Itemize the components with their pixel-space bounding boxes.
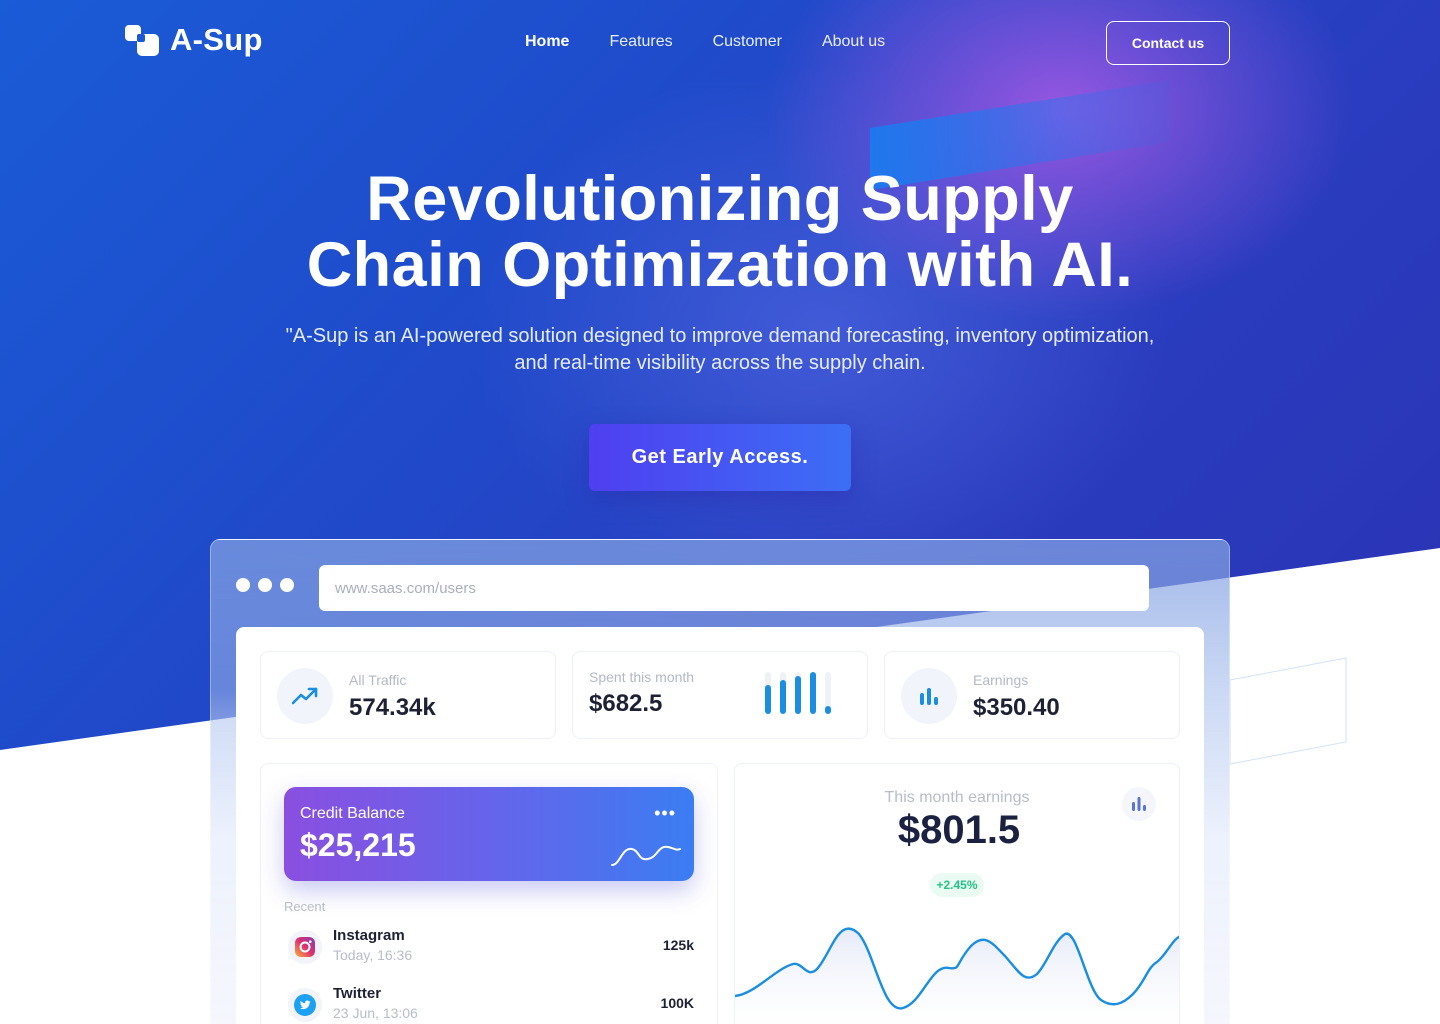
stat-value: 574.34k (349, 694, 436, 721)
stat-label: All Traffic (349, 672, 407, 688)
spent-bar (810, 672, 816, 714)
recent-item-name: Instagram (333, 927, 405, 944)
stat-value: $350.40 (973, 694, 1060, 721)
window-dot (258, 578, 272, 592)
window-dots (236, 578, 294, 592)
twitter-icon (288, 988, 322, 1022)
list-item[interactable]: Instagram Today, 16:36 125k (284, 927, 694, 971)
bar-chart-icon (901, 668, 957, 724)
hero-title-line-1: Revolutionizing Supply (366, 164, 1074, 234)
nav-link-home[interactable]: Home (525, 33, 569, 51)
recent-item-date: Today, 16:36 (333, 947, 413, 963)
stat-card-earnings[interactable]: Earnings $350.40 (884, 651, 1180, 739)
contact-us-button[interactable]: Contact us (1106, 21, 1230, 65)
more-options-icon[interactable]: ••• (654, 803, 676, 824)
credit-balance-value: $25,215 (300, 827, 416, 863)
trending-up-icon (277, 668, 333, 724)
get-early-access-button[interactable]: Get Early Access. (589, 424, 851, 491)
window-dot (280, 578, 294, 592)
recent-item-amount: 100K (660, 995, 694, 1011)
credit-sparkline (611, 845, 681, 866)
hero-title-line-2: Chain Optimization with AI. (306, 230, 1134, 300)
hero-title: Revolutionizing Supply Chain Optimizatio… (0, 166, 1440, 298)
credit-balance-card[interactable]: Credit Balance $25,215 ••• (284, 787, 694, 881)
stat-card-spent-this-month[interactable]: Spent this month $682.5 (572, 651, 868, 739)
nav-link-features[interactable]: Features (609, 33, 672, 51)
window-dot (236, 578, 250, 592)
spent-bar (825, 706, 831, 714)
earnings-area (735, 928, 1179, 1024)
nav-link-about-us[interactable]: About us (822, 33, 885, 51)
recent-label: Recent (284, 899, 326, 914)
spent-bar (765, 685, 771, 714)
nav-links: Home Features Customer About us (525, 33, 885, 51)
recent-item-name: Twitter (333, 985, 382, 1002)
recent-item-amount: 125k (662, 937, 694, 953)
bar-chart-icon[interactable] (1122, 787, 1156, 821)
stat-label: Spent this month (589, 669, 695, 685)
decorative-outline-shape (1229, 657, 1347, 765)
stat-value: $682.5 (589, 690, 663, 717)
hero-subtitle: "A-Sup is an AI-powered solution designe… (285, 325, 1155, 374)
stat-label: Earnings (973, 672, 1029, 688)
earnings-label: This month earnings (884, 789, 1030, 806)
credit-balance-label: Credit Balance (300, 805, 405, 822)
earnings-change-badge: +2.45% (930, 873, 984, 897)
brand-name: A-Sup (170, 22, 263, 57)
url-text: www.saas.com/users (335, 579, 476, 597)
top-nav: A-Sup Home Features Customer About us Co… (0, 0, 1440, 88)
list-item[interactable]: Twitter 23 Jun, 13:06 100K (284, 985, 694, 1024)
spent-bars-chart (765, 672, 831, 714)
instagram-icon (288, 930, 322, 964)
spent-bar (780, 680, 786, 714)
nav-link-customer[interactable]: Customer (713, 33, 782, 51)
recent-item-date: 23 Jun, 13:06 (333, 1005, 418, 1021)
logo-icon (124, 22, 160, 58)
url-bar[interactable]: www.saas.com/users (319, 565, 1149, 611)
earnings-value: $801.5 (897, 808, 1021, 852)
brand-logo[interactable]: A-Sup (124, 22, 263, 58)
spent-bar (795, 676, 801, 714)
stat-card-all-traffic[interactable]: All Traffic 574.34k (260, 651, 556, 739)
earnings-line-chart (735, 927, 1179, 1024)
